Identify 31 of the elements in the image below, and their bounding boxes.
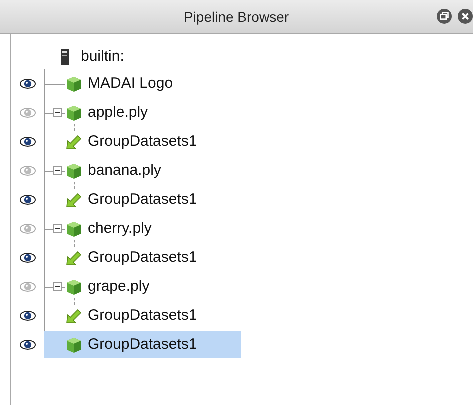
- collapse-icon[interactable]: [53, 166, 62, 175]
- eye-icon[interactable]: [20, 338, 36, 350]
- eye-icon[interactable]: [20, 252, 36, 264]
- tree-item[interactable]: apple.ply: [65, 99, 154, 126]
- tree-item[interactable]: grape.ply: [65, 273, 156, 300]
- cube-icon: [65, 336, 83, 354]
- window-title: Pipeline Browser: [184, 8, 290, 24]
- cube-icon: [65, 278, 83, 296]
- eye-icon[interactable]: [20, 310, 36, 322]
- tree-item[interactable]: banana.ply: [65, 157, 168, 184]
- arrow-icon: [65, 306, 83, 324]
- eye-icon[interactable]: [20, 78, 36, 90]
- collapse-icon[interactable]: [53, 282, 62, 291]
- close-icon[interactable]: [458, 9, 473, 24]
- arrow-icon: [65, 132, 83, 150]
- cube-icon: [65, 74, 83, 92]
- float-icon[interactable]: [437, 9, 452, 24]
- tree-item[interactable]: GroupDatasets1: [44, 331, 241, 358]
- tree-item[interactable]: MADAI Logo: [65, 70, 180, 97]
- cube-icon: [65, 104, 83, 122]
- collapse-icon[interactable]: [53, 224, 62, 233]
- eye-icon[interactable]: [20, 136, 36, 148]
- arrow-icon: [65, 190, 83, 208]
- eye-icon[interactable]: [20, 194, 36, 206]
- server-icon: [59, 48, 71, 64]
- tree-item[interactable]: cherry.ply: [65, 215, 158, 242]
- tree-item[interactable]: builtin:: [81, 48, 124, 65]
- cube-icon: [65, 162, 83, 180]
- arrow-icon: [65, 248, 83, 266]
- cube-icon: [65, 220, 83, 238]
- collapse-icon[interactable]: [53, 108, 62, 117]
